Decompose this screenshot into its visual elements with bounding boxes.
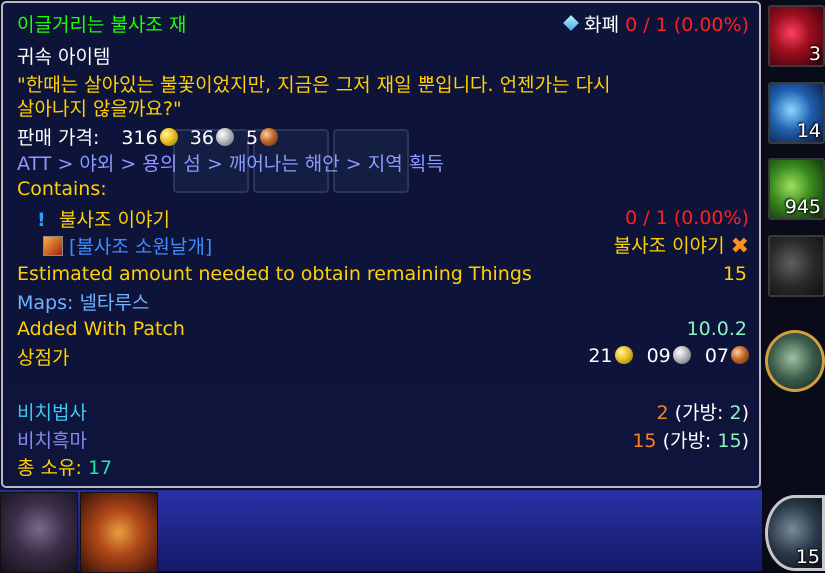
paren-close: ) [741, 429, 749, 452]
sell-gold: 316 [121, 127, 158, 149]
item-count: 3 [808, 43, 821, 65]
silver-coin-icon [672, 346, 691, 364]
sell-price: 판매 가격: 316 36 5 [17, 123, 279, 150]
bag-item-red-orb-icon[interactable]: 3 [768, 5, 825, 67]
patch-label: Added With Patch [17, 318, 185, 340]
character-name-mage: 비치법사 [17, 401, 87, 424]
currency-label: 화폐 [584, 13, 620, 36]
paren-close: ) [741, 401, 749, 424]
copper-coin-icon [260, 128, 279, 146]
bag-item-blue-orb-icon[interactable]: 14 [768, 82, 825, 144]
character-count: 2 [656, 401, 669, 424]
estimated-amount-value: 15 [722, 263, 747, 285]
currency-progress: 0 / 1 (0.00%) [625, 13, 749, 36]
sell-silver: 36 [189, 127, 214, 149]
character-portrait-demon[interactable] [0, 492, 78, 573]
maps-value: 넬타루스 [79, 292, 150, 314]
currency-diamond-icon [563, 14, 580, 31]
item-flavor-text-line2: 살아나지 않을까요?" [17, 98, 182, 120]
total-value: 17 [87, 457, 113, 479]
item-tooltip: 이글거리는 불사조 재 화폐 0 / 1 (0.00%) 귀속 아이템 "한때는… [1, 1, 761, 488]
total-label: 총 소유: [17, 457, 82, 479]
reward-item-name[interactable]: [불사조 소원날개] [69, 236, 212, 258]
contains-label: Contains: [17, 178, 107, 200]
bag-item-green-leaf-icon[interactable]: 945 [768, 158, 825, 220]
item-count: 14 [796, 120, 821, 142]
reward-source: 불사조 이야기 [613, 235, 725, 257]
auction-gold: 21 [588, 345, 613, 367]
maps-label: Maps: [17, 292, 80, 314]
bag-count: 2 [729, 401, 742, 424]
gold-coin-icon [614, 346, 633, 364]
item-count: 15 [795, 546, 820, 568]
auction-silver: 09 [646, 345, 671, 367]
item-flavor-text-line1: "한때는 살아있는 불꽃이었지만, 지금은 그저 재일 뿐입니다. 언젠가는 다… [17, 74, 611, 96]
item-count: 945 [784, 196, 821, 218]
item-binding: 귀속 아이템 [17, 46, 111, 68]
auction-copper: 07 [704, 345, 729, 367]
item-name: 이글거리는 불사조 재 [17, 13, 187, 36]
gold-coin-icon [159, 128, 178, 146]
quest-exclamation-icon: ! [37, 208, 46, 231]
att-source-path: ATT > 야외 > 용의 섬 > 깨어나는 해안 > 지역 획득 [17, 149, 444, 176]
estimated-amount-label: Estimated amount needed to obtain remain… [17, 263, 532, 285]
character-name-warlock: 비치흑마 [17, 429, 87, 452]
att-path-text: ATT > 야외 > 용의 섬 > 깨어나는 해안 > 지역 획득 [17, 153, 444, 175]
not-collected-x-icon: ✖ [730, 234, 749, 259]
bag-label: (가방: [674, 401, 724, 424]
patch-value: 10.0.2 [686, 318, 747, 340]
character-count: 15 [632, 429, 657, 452]
bag-item-dark-wing-icon[interactable] [768, 235, 825, 297]
maps-line: Maps: 넬타루스 [17, 288, 149, 315]
sell-copper: 5 [245, 127, 259, 149]
character-portrait-skull[interactable] [80, 492, 158, 573]
minimap-button-icon[interactable] [765, 330, 825, 392]
auction-label: 상점가 [17, 346, 70, 369]
bag-item-feather-icon[interactable]: 15 [765, 495, 825, 571]
total-owned: 총 소유: 17 [17, 453, 112, 480]
reward-item-icon [43, 235, 63, 256]
bag-count: 15 [717, 429, 742, 452]
sell-price-label: 판매 가격: [17, 127, 100, 149]
bag-label: (가방: [662, 429, 712, 452]
quest-progress: 0 / 1 (0.00%) [625, 207, 749, 229]
copper-coin-icon [731, 346, 749, 364]
quest-name[interactable]: 불사조 이야기 [59, 209, 170, 231]
silver-coin-icon [215, 128, 234, 146]
